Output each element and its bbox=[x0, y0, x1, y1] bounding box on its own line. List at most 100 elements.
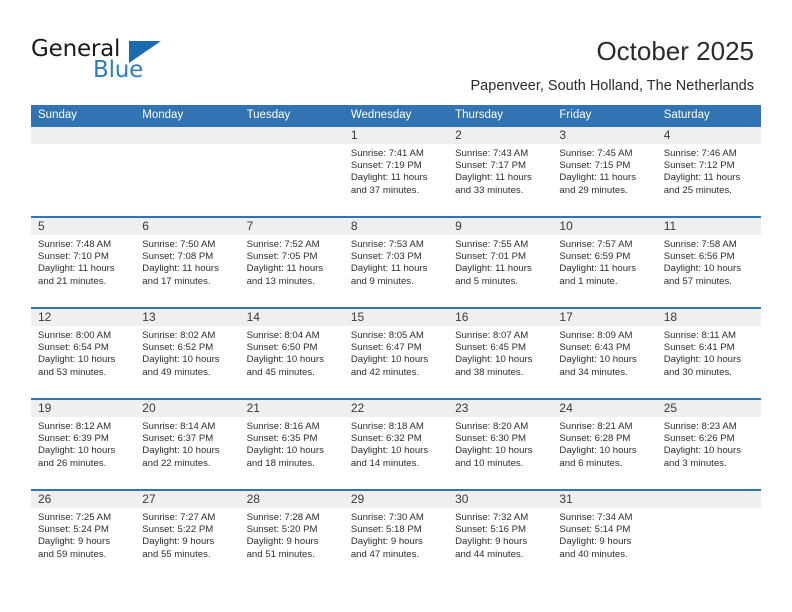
daylight-text-line1: Daylight: 10 hours bbox=[663, 445, 742, 457]
calendar-cell[interactable]: 6 Sunrise: 7:50 AM Sunset: 7:08 PM Daylight… bbox=[135, 216, 240, 308]
daylight-text-line1: Daylight: 9 hours bbox=[559, 536, 632, 548]
daylight-text-line2: and 22 minutes. bbox=[142, 457, 211, 469]
sunset-text: Sunset: 5:18 PM bbox=[350, 524, 422, 536]
calendar-cell[interactable]: 18 Sunrise: 8:11 AM Sunset: 6:41 PM Dayligh… bbox=[656, 307, 761, 399]
day-number: 23 bbox=[448, 400, 553, 417]
calendar-cell[interactable]: 25 Sunrise: 8:23 AM Sunset: 6:26 PM Dayligh… bbox=[656, 398, 761, 490]
day-cell: 15 Sunrise: 8:05 AM Sunset: 6:47 PM Dayligh… bbox=[343, 309, 449, 398]
daylight-text-line2: and 29 minutes. bbox=[559, 184, 628, 196]
sunrise-text: Sunrise: 7:27 AM bbox=[142, 512, 216, 523]
calendar-cell[interactable]: 19 Sunrise: 8:12 AM Sunset: 6:39 PM Dayligh… bbox=[31, 398, 136, 490]
sunset-text: Sunset: 6:45 PM bbox=[455, 342, 527, 354]
calendar-week-row: 26 Sunrise: 7:25 AM Sunset: 5:24 PM Dayligh… bbox=[31, 489, 761, 580]
daylight-text-line1: Daylight: 11 hours bbox=[663, 172, 741, 184]
calendar-cell[interactable]: 31 Sunrise: 7:34 AM Sunset: 5:14 PM Dayligh… bbox=[552, 489, 657, 580]
day-number: 11 bbox=[656, 218, 761, 235]
day-number: 3 bbox=[552, 127, 657, 144]
sunrise-text: Sunrise: 7:48 AM bbox=[38, 239, 112, 250]
calendar-cell[interactable]: 14 Sunrise: 8:04 AM Sunset: 6:50 PM Dayligh… bbox=[239, 307, 344, 399]
calendar-cell[interactable]: 12 Sunrise: 8:00 AM Sunset: 6:54 PM Dayligh… bbox=[31, 307, 136, 399]
day-number: 2 bbox=[448, 127, 553, 144]
calendar-cell[interactable]: 15 Sunrise: 8:05 AM Sunset: 6:47 PM Dayligh… bbox=[343, 307, 449, 399]
general-blue-logo[interactable]: General Blue bbox=[31, 36, 211, 84]
calendar-cell[interactable]: 23 Sunrise: 8:20 AM Sunset: 6:30 PM Dayligh… bbox=[448, 398, 553, 490]
calendar-cell[interactable]: 22 Sunrise: 8:18 AM Sunset: 6:32 PM Dayligh… bbox=[343, 398, 449, 490]
daylight-text-line1: Daylight: 10 hours bbox=[663, 263, 742, 275]
day-cell: 23 Sunrise: 8:20 AM Sunset: 6:30 PM Dayligh… bbox=[448, 400, 553, 489]
weekday-header-saturday: Saturday bbox=[656, 105, 761, 127]
sunrise-text: Sunrise: 8:05 AM bbox=[350, 330, 424, 341]
daylight-text-line1: Daylight: 10 hours bbox=[142, 354, 220, 366]
day-cell: 6 Sunrise: 7:50 AM Sunset: 7:08 PM Daylight… bbox=[135, 218, 240, 307]
day-details: Sunrise: 7:43 AM Sunset: 7:17 PM Daylight:… bbox=[448, 144, 552, 197]
page-subtitle: Papenveer, South Holland, The Netherland… bbox=[470, 78, 754, 94]
day-details: Sunrise: 7:45 AM Sunset: 7:15 PM Daylight:… bbox=[552, 144, 656, 197]
day-cell: 10 Sunrise: 7:57 AM Sunset: 6:59 PM Dayligh… bbox=[552, 218, 657, 307]
sunrise-text: Sunrise: 7:58 AM bbox=[663, 239, 737, 250]
calendar-cell[interactable]: 9 Sunrise: 7:55 AM Sunset: 7:01 PM Daylight… bbox=[448, 216, 553, 308]
calendar-cell[interactable]: 5 Sunrise: 7:48 AM Sunset: 7:10 PM Daylight… bbox=[31, 216, 136, 308]
day-details: Sunrise: 8:11 AM Sunset: 6:41 PM Daylight:… bbox=[657, 326, 761, 379]
daylight-text-line1: Daylight: 10 hours bbox=[142, 445, 220, 457]
sunrise-text: Sunrise: 8:07 AM bbox=[455, 330, 529, 341]
daylight-text-line1: Daylight: 11 hours bbox=[38, 263, 115, 275]
calendar-cell[interactable]: 29 Sunrise: 7:30 AM Sunset: 5:18 PM Dayligh… bbox=[343, 489, 449, 580]
daylight-text-line2: and 49 minutes. bbox=[142, 366, 211, 378]
daylight-text-line2: and 47 minutes. bbox=[350, 548, 420, 560]
calendar-cell[interactable]: 16 Sunrise: 8:07 AM Sunset: 6:45 PM Dayligh… bbox=[448, 307, 553, 399]
daylight-text-line2: and 26 minutes. bbox=[38, 457, 107, 469]
daylight-text-line2: and 44 minutes. bbox=[455, 548, 524, 560]
day-details: Sunrise: 7:50 AM Sunset: 7:08 PM Daylight:… bbox=[135, 235, 239, 288]
day-cell: 18 Sunrise: 8:11 AM Sunset: 6:41 PM Dayligh… bbox=[656, 309, 761, 398]
daylight-text-line2: and 30 minutes. bbox=[663, 366, 732, 378]
day-details: Sunrise: 8:14 AM Sunset: 6:37 PM Daylight:… bbox=[135, 417, 239, 470]
sunset-text: Sunset: 7:12 PM bbox=[663, 160, 735, 172]
calendar-cell[interactable]: 21 Sunrise: 8:16 AM Sunset: 6:35 PM Dayligh… bbox=[239, 398, 344, 490]
day-cell: 1 Sunrise: 7:41 AM Sunset: 7:19 PM Daylight… bbox=[343, 127, 449, 216]
day-number: 18 bbox=[656, 309, 761, 326]
day-number: 22 bbox=[343, 400, 449, 417]
sunrise-text: Sunrise: 7:55 AM bbox=[455, 239, 529, 250]
calendar-week-row: 5 Sunrise: 7:48 AM Sunset: 7:10 PM Daylight… bbox=[31, 216, 761, 308]
day-cell: 4 Sunrise: 7:46 AM Sunset: 7:12 PM Daylight… bbox=[656, 127, 761, 216]
day-cell: 27 Sunrise: 7:27 AM Sunset: 5:22 PM Dayligh… bbox=[135, 491, 240, 580]
daylight-text-line1: Daylight: 10 hours bbox=[663, 354, 742, 366]
sunrise-text: Sunrise: 7:45 AM bbox=[559, 148, 633, 159]
calendar-cell[interactable]: 27 Sunrise: 7:27 AM Sunset: 5:22 PM Dayligh… bbox=[135, 489, 240, 580]
sunrise-text: Sunrise: 7:46 AM bbox=[663, 148, 737, 159]
weekday-header-monday: Monday bbox=[135, 105, 240, 127]
calendar-cell[interactable]: 24 Sunrise: 8:21 AM Sunset: 6:28 PM Dayligh… bbox=[552, 398, 657, 490]
calendar-cell[interactable]: 2 Sunrise: 7:43 AM Sunset: 7:17 PM Daylight… bbox=[448, 127, 553, 217]
calendar-cell[interactable]: 11 Sunrise: 7:58 AM Sunset: 6:56 PM Dayligh… bbox=[656, 216, 761, 308]
sunset-text: Sunset: 6:56 PM bbox=[663, 251, 735, 263]
sunrise-text: Sunrise: 8:12 AM bbox=[38, 421, 112, 432]
calendar-cell[interactable]: 28 Sunrise: 7:28 AM Sunset: 5:20 PM Dayligh… bbox=[239, 489, 344, 580]
calendar-cell[interactable]: 4 Sunrise: 7:46 AM Sunset: 7:12 PM Daylight… bbox=[656, 127, 761, 217]
day-cell: 2 Sunrise: 7:43 AM Sunset: 7:17 PM Daylight… bbox=[448, 127, 553, 216]
daylight-text-line2: and 53 minutes. bbox=[38, 366, 107, 378]
calendar-cell[interactable]: 7 Sunrise: 7:52 AM Sunset: 7:05 PM Daylight… bbox=[239, 216, 344, 308]
day-number: 29 bbox=[343, 491, 449, 508]
calendar-cell[interactable]: 20 Sunrise: 8:14 AM Sunset: 6:37 PM Dayligh… bbox=[135, 398, 240, 490]
sunrise-text: Sunrise: 8:00 AM bbox=[38, 330, 112, 341]
sunset-text: Sunset: 6:59 PM bbox=[559, 251, 631, 263]
calendar-cell[interactable]: 1 Sunrise: 7:41 AM Sunset: 7:19 PM Daylight… bbox=[343, 127, 449, 217]
day-details: Sunrise: 8:02 AM Sunset: 6:52 PM Daylight:… bbox=[135, 326, 239, 379]
calendar-cell[interactable]: 3 Sunrise: 7:45 AM Sunset: 7:15 PM Daylight… bbox=[552, 127, 657, 217]
calendar-cell[interactable]: 10 Sunrise: 7:57 AM Sunset: 6:59 PM Dayligh… bbox=[552, 216, 657, 308]
sunrise-text: Sunrise: 7:43 AM bbox=[455, 148, 529, 159]
day-cell: 8 Sunrise: 7:53 AM Sunset: 7:03 PM Daylight… bbox=[343, 218, 449, 307]
calendar-cell[interactable]: 30 Sunrise: 7:32 AM Sunset: 5:16 PM Dayligh… bbox=[448, 489, 553, 580]
calendar-cell[interactable]: 17 Sunrise: 8:09 AM Sunset: 6:43 PM Dayligh… bbox=[552, 307, 657, 399]
sunrise-text: Sunrise: 7:32 AM bbox=[455, 512, 529, 523]
calendar-cell[interactable]: 8 Sunrise: 7:53 AM Sunset: 7:03 PM Daylight… bbox=[343, 216, 449, 308]
daylight-text-line2: and 51 minutes. bbox=[246, 548, 315, 560]
calendar-cell[interactable]: 26 Sunrise: 7:25 AM Sunset: 5:24 PM Dayligh… bbox=[31, 489, 136, 580]
day-cell-empty bbox=[31, 127, 136, 216]
weekday-header-friday: Friday bbox=[552, 105, 657, 127]
day-cell: 31 Sunrise: 7:34 AM Sunset: 5:14 PM Dayligh… bbox=[552, 491, 657, 580]
daylight-text-line1: Daylight: 10 hours bbox=[455, 445, 533, 457]
daylight-text-line2: and 3 minutes. bbox=[663, 457, 727, 469]
daylight-text-line1: Daylight: 9 hours bbox=[38, 536, 110, 548]
calendar-cell[interactable]: 13 Sunrise: 8:02 AM Sunset: 6:52 PM Dayligh… bbox=[135, 307, 240, 399]
